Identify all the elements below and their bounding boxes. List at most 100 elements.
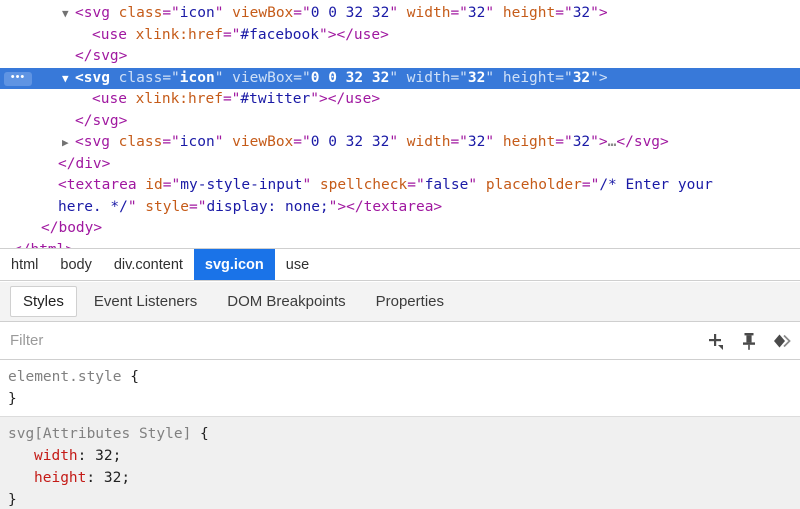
breadcrumb-item-svg-icon[interactable]: svg.icon xyxy=(193,249,275,280)
code-token-tag: </body> xyxy=(41,220,103,236)
dom-node-row[interactable]: here. */" style="display: none;"></texta… xyxy=(0,197,800,219)
code-token-tag: <svg xyxy=(75,134,110,150)
code-token-attrn: width xyxy=(398,134,451,150)
code-token-punct: =" xyxy=(450,69,468,86)
dom-node-row[interactable]: </svg> xyxy=(0,111,800,133)
declaration-property[interactable]: height xyxy=(34,470,86,486)
style-rule-header: svg[Attributes Style] { xyxy=(0,423,800,445)
style-rule-header: element.style { xyxy=(0,366,800,388)
code-token-punct: =" xyxy=(450,134,468,150)
declaration-value[interactable]: 32 xyxy=(95,448,112,464)
code-token-punct: "> xyxy=(319,26,337,43)
code-token-attrv: 32 xyxy=(467,134,486,150)
sidebar-tab-bar: Styles Event Listeners DOM Breakpoints Prop… xyxy=(0,282,800,322)
new-style-rule-button[interactable] xyxy=(698,324,732,358)
styles-pane[interactable]: element.style {} svg[Attributes Style] {w… xyxy=(0,360,800,509)
code-token-attrn: width xyxy=(398,5,451,21)
node-ellipsis-badge[interactable]: ••• xyxy=(4,71,32,86)
dom-tree-pane[interactable]: ▼ <svg class="icon" viewBox="0 0 32 32" w… xyxy=(0,0,800,251)
dom-node-row[interactable]: </body> xyxy=(0,218,800,240)
dom-node-row[interactable]: <textarea id="my-style-input" spellcheck… xyxy=(0,175,800,197)
code-token-attrn: height xyxy=(494,134,556,150)
tab-dom-breakpoints[interactable]: DOM Breakpoints xyxy=(214,286,358,317)
expanded-twisty-icon[interactable]: ▼ xyxy=(62,68,75,90)
code-token-punct: "> xyxy=(590,69,608,86)
code-token-punct: "> xyxy=(590,134,608,150)
dom-node-row[interactable]: ▼ <svg class="icon" viewBox="0 0 32 32" w… xyxy=(0,3,800,25)
code-token-attrn: viewBox xyxy=(223,134,294,150)
code-token-tag: <use xyxy=(92,91,127,107)
expanded-twisty-icon[interactable]: ▼ xyxy=(62,3,75,25)
dom-node-row[interactable]: ▶ <svg class="icon" viewBox="0 0 32 32" w… xyxy=(0,132,800,154)
code-token-tag: </use> xyxy=(327,91,381,107)
code-token-attrn: viewBox xyxy=(223,69,294,86)
breadcrumb-item-body[interactable]: body xyxy=(49,249,102,280)
tab-event-listeners[interactable]: Event Listeners xyxy=(81,286,210,317)
computed-styles-sidebar-button[interactable] xyxy=(766,324,800,358)
breadcrumb-item-use[interactable]: use xyxy=(275,249,320,280)
style-rule[interactable]: svg[Attributes Style] {width: 32; height:… xyxy=(0,416,800,509)
code-token-tag: </svg> xyxy=(75,48,128,64)
code-token-tag: <use xyxy=(92,26,127,43)
code-token-punct: =" xyxy=(162,177,181,193)
code-token-tag: <svg xyxy=(75,5,110,21)
dom-node-row[interactable]: </div> xyxy=(0,154,800,176)
code-token-tag: </textarea> xyxy=(346,198,443,215)
code-token-tag: </div> xyxy=(58,155,111,172)
code-token-tag: <svg xyxy=(75,69,110,86)
dom-node-row-selected[interactable]: ••• ▼ <svg class="icon" viewBox="0 0 32 32… xyxy=(0,67,800,90)
code-token-punct: =" xyxy=(162,5,180,21)
declaration-value[interactable]: 32 xyxy=(104,470,121,486)
toggle-element-state-button[interactable] xyxy=(732,324,766,358)
rendering-layers-icon xyxy=(774,334,791,347)
tab-styles[interactable]: Styles xyxy=(10,286,77,317)
dom-node-row[interactable]: <use xlink:href="#facebook"></use> xyxy=(0,25,800,47)
dom-node-row[interactable]: </svg> xyxy=(0,46,800,68)
breadcrumb: html body div.content svg.icon use xyxy=(0,248,800,281)
code-token-punct: =" xyxy=(222,91,241,107)
code-token-attrn: height xyxy=(494,69,556,86)
code-token-punct: " xyxy=(485,134,495,150)
code-token-attrn: xlink:href xyxy=(126,91,223,107)
code-token-punct: " xyxy=(127,198,137,215)
tab-properties[interactable]: Properties xyxy=(363,286,457,317)
filter-input[interactable] xyxy=(0,331,698,350)
code-token-punct: " xyxy=(468,177,478,193)
code-token-punct: =" xyxy=(162,134,180,150)
code-token-attrv: 0 0 32 32 xyxy=(310,69,390,86)
code-token-punct: " xyxy=(389,5,399,21)
code-token-punct: =" xyxy=(407,177,425,193)
code-token-attrv: 0 0 32 32 xyxy=(310,134,390,150)
code-token-attrn: class xyxy=(109,69,163,86)
code-token-punct: =" xyxy=(188,198,207,215)
code-token-punct: " xyxy=(302,177,312,193)
style-rule[interactable]: element.style {} xyxy=(0,360,800,416)
code-token-punct: =" xyxy=(293,134,311,150)
code-token-attrn: style xyxy=(136,198,189,215)
style-rule-selector[interactable]: svg[Attributes Style] xyxy=(8,426,191,442)
code-token-attrv: icon xyxy=(179,5,215,21)
collapsed-twisty-icon[interactable]: ▶ xyxy=(62,132,75,154)
code-token-attrn: class xyxy=(109,134,163,150)
declaration-colon: : xyxy=(77,448,96,464)
new-style-rule-icon xyxy=(709,333,723,350)
declaration-colon: : xyxy=(86,470,104,486)
style-declaration[interactable]: width: 32; xyxy=(0,445,800,467)
dom-node-row[interactable]: <use xlink:href="#twitter"></use> xyxy=(0,89,800,111)
code-token-punct: =" xyxy=(555,69,573,86)
code-token-attrn: spellcheck xyxy=(311,177,408,193)
code-token-attrv: 32 xyxy=(572,69,591,86)
style-rule-selector[interactable]: element.style xyxy=(8,369,122,385)
code-token-attrn: id xyxy=(136,177,163,193)
code-token-punct: =" xyxy=(222,26,241,43)
code-token-punct: " xyxy=(389,134,399,150)
declaration-property[interactable]: width xyxy=(34,448,78,464)
code-token-attrv: /* Enter your xyxy=(599,177,713,193)
breadcrumb-item-div-content[interactable]: div.content xyxy=(103,249,194,280)
code-token-attrv: #facebook xyxy=(240,26,319,43)
breadcrumb-item-html[interactable]: html xyxy=(0,249,49,280)
style-declaration[interactable]: height: 32; xyxy=(0,467,800,489)
code-token-tag: </svg> xyxy=(75,112,128,129)
code-token-attrv: #twitter xyxy=(240,91,311,107)
code-token-attrn: class xyxy=(109,5,163,21)
